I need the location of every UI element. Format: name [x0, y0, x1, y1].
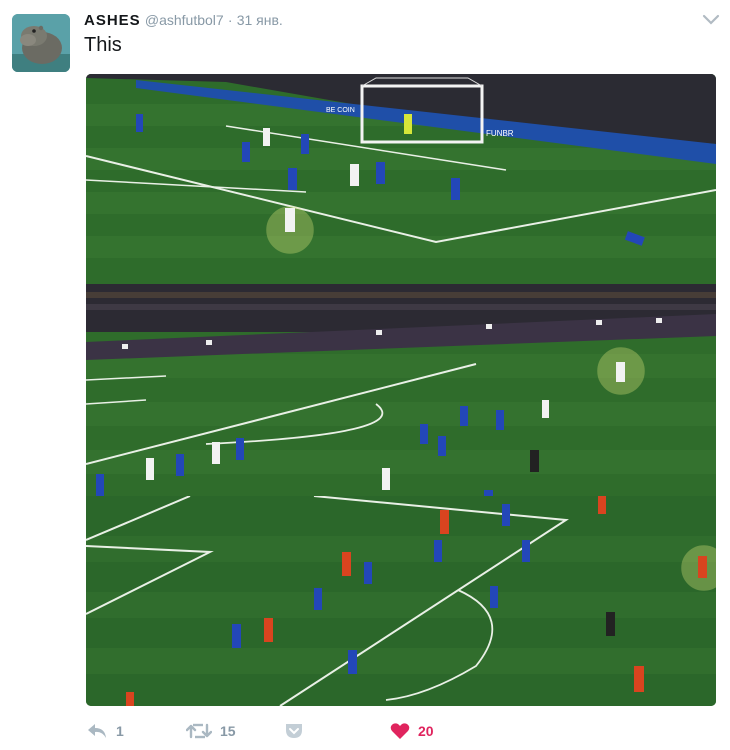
like-button[interactable]: 20 — [390, 718, 434, 744]
author-handle[interactable]: @ashfutbol7 — [145, 12, 224, 28]
author-name[interactable]: ASHES — [84, 12, 141, 29]
tweet-text: This — [84, 34, 122, 56]
tweet-date[interactable]: 31 янв. — [237, 12, 283, 28]
pocket-icon — [286, 724, 302, 738]
media-panel-2 — [86, 284, 716, 496]
reply-count: 1 — [116, 723, 124, 739]
tweet-header: ASHES @ashfutbol7 · 31 янв. — [84, 12, 283, 29]
hippo-avatar-image — [12, 14, 70, 72]
more-options-chevron-icon[interactable] — [700, 10, 722, 30]
retweet-icon — [186, 723, 212, 739]
tweet-media-image[interactable]: FUNBR BE COIN — [86, 74, 716, 706]
media-panel-3 — [86, 496, 716, 706]
media-panel-1: FUNBR BE COIN — [86, 74, 716, 284]
ad-board-text: FUNBR — [486, 129, 514, 138]
separator-dot: · — [227, 12, 233, 28]
tweet-actions: 1 15 20 — [86, 718, 506, 744]
ad-board-text-2: BE COIN — [326, 107, 355, 114]
retweet-count: 15 — [220, 723, 236, 739]
avatar[interactable] — [12, 14, 70, 72]
save-to-pocket-button[interactable] — [284, 718, 304, 744]
reply-icon — [88, 724, 106, 738]
reply-button[interactable]: 1 — [86, 718, 124, 744]
tweet-card: ASHES @ashfutbol7 · 31 янв. This FUNBR B… — [0, 0, 730, 750]
heart-icon — [390, 723, 410, 739]
like-count: 20 — [418, 723, 434, 739]
retweet-button[interactable]: 15 — [186, 718, 236, 744]
